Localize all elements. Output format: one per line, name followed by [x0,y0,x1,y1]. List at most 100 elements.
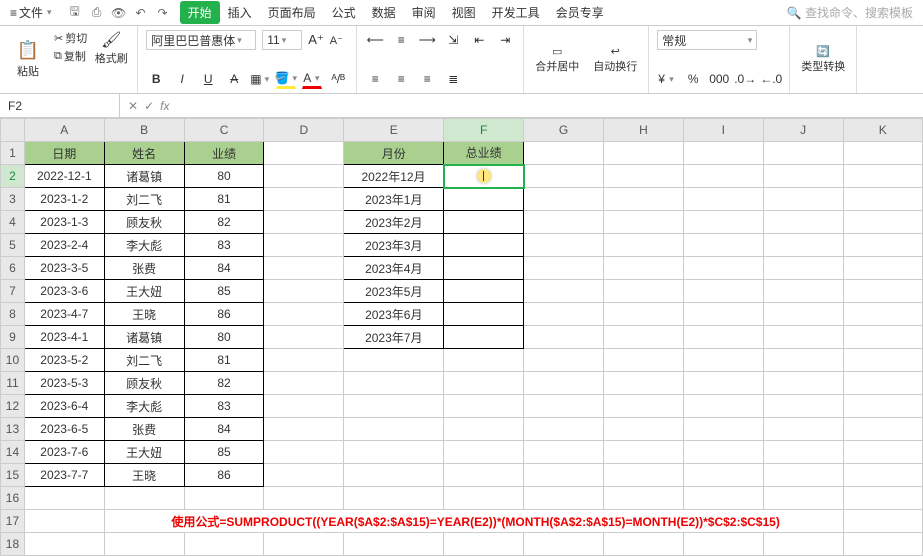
cell-F10[interactable] [444,349,524,372]
cell-H8[interactable] [603,303,683,326]
comma-button[interactable]: 000 [709,69,729,89]
cell-I16[interactable] [683,487,763,510]
row-header-11[interactable]: 11 [1,372,25,395]
currency-button[interactable]: ¥▾ [657,69,677,89]
cell-E7[interactable]: 2023年5月 [344,280,444,303]
accept-formula-icon[interactable]: ✓ [144,99,154,113]
cell-D8[interactable] [264,303,344,326]
cell-F1[interactable]: 总业绩 [444,142,524,165]
cell-F13[interactable] [444,418,524,441]
cell-A18[interactable] [24,533,104,556]
cell-E18[interactable] [344,533,444,556]
cell-I12[interactable] [683,395,763,418]
row-header-15[interactable]: 15 [1,464,25,487]
cell-K15[interactable] [843,464,922,487]
cell-C8[interactable]: 86 [184,303,264,326]
column-header-C[interactable]: C [184,119,264,142]
column-header-E[interactable]: E [344,119,444,142]
fill-color-button[interactable]: 🪣▾ [276,69,296,89]
cell-A8[interactable]: 2023-4-7 [24,303,104,326]
cell-B7[interactable]: 王大妞 [104,280,184,303]
cell-K18[interactable] [843,533,922,556]
name-box[interactable]: F2 [0,94,120,117]
cell-C13[interactable]: 84 [184,418,264,441]
cell-F4[interactable] [444,211,524,234]
copy-button[interactable]: ⧉复制 [54,48,87,64]
row-header-6[interactable]: 6 [1,257,25,280]
cell-K12[interactable] [843,395,922,418]
cell-C18[interactable] [184,533,264,556]
cell-J6[interactable] [763,257,843,280]
cell-B10[interactable]: 刘二飞 [104,349,184,372]
cell-J9[interactable] [763,326,843,349]
cell-I13[interactable] [683,418,763,441]
print-icon[interactable]: ⎙ [88,4,106,22]
cell-G3[interactable] [524,188,604,211]
indent-dec-icon[interactable]: ⇤ [469,30,489,50]
cell-G8[interactable] [524,303,604,326]
cell-E2[interactable]: 2022年12月 [344,165,444,188]
cell-E4[interactable]: 2023年2月 [344,211,444,234]
cell-F16[interactable] [444,487,524,510]
tab-会员专享[interactable]: 会员专享 [548,1,612,24]
column-header-B[interactable]: B [104,119,184,142]
row-header-3[interactable]: 3 [1,188,25,211]
justify-icon[interactable]: ≣ [443,69,463,89]
column-header-G[interactable]: G [524,119,604,142]
cell-A12[interactable]: 2023-6-4 [24,395,104,418]
cell-A15[interactable]: 2023-7-7 [24,464,104,487]
cell-K3[interactable] [843,188,922,211]
cell-J16[interactable] [763,487,843,510]
cell-K5[interactable] [843,234,922,257]
cell-G13[interactable] [524,418,604,441]
cell-I2[interactable] [683,165,763,188]
cell-G6[interactable] [524,257,604,280]
number-format-select[interactable]: 常规▾ [657,30,757,50]
cell-H3[interactable] [603,188,683,211]
cell-B8[interactable]: 王晓 [104,303,184,326]
tab-页面布局[interactable]: 页面布局 [260,1,324,24]
cell-J3[interactable] [763,188,843,211]
cell-D11[interactable] [264,372,344,395]
row-header-17[interactable]: 17 [1,510,25,533]
cell-B1[interactable]: 姓名 [104,142,184,165]
align-center-icon[interactable]: ≡ [391,69,411,89]
cell-G11[interactable] [524,372,604,395]
cell-E1[interactable]: 月份 [344,142,444,165]
column-header-A[interactable]: A [24,119,104,142]
align-middle-icon[interactable]: ≡ [391,30,411,50]
cell-D3[interactable] [264,188,344,211]
cell-G10[interactable] [524,349,604,372]
row-header-14[interactable]: 14 [1,441,25,464]
save-icon[interactable]: 🖫 [66,4,84,22]
cell-B15[interactable]: 王晓 [104,464,184,487]
cell-G9[interactable] [524,326,604,349]
cell-G14[interactable] [524,441,604,464]
cell-E14[interactable] [344,441,444,464]
cell-H13[interactable] [603,418,683,441]
cell-E15[interactable] [344,464,444,487]
tab-审阅[interactable]: 审阅 [404,1,444,24]
row-header-1[interactable]: 1 [1,142,25,165]
cell-F6[interactable] [444,257,524,280]
cell-D10[interactable] [264,349,344,372]
cell-I15[interactable] [683,464,763,487]
orientation-icon[interactable]: ⇲ [443,30,463,50]
cell-E11[interactable] [344,372,444,395]
cell-I5[interactable] [683,234,763,257]
cell-A6[interactable]: 2023-3-5 [24,257,104,280]
row-header-9[interactable]: 9 [1,326,25,349]
cell-J2[interactable] [763,165,843,188]
cell-B4[interactable]: 顾友秋 [104,211,184,234]
align-top-icon[interactable]: ⟵ [365,30,385,50]
cell-E8[interactable]: 2023年6月 [344,303,444,326]
select-all-corner[interactable] [1,119,25,142]
file-menu[interactable]: ≡ 文件 ▾ [4,2,58,23]
cell-G1[interactable] [524,142,604,165]
cell-G2[interactable] [524,165,604,188]
cell-C16[interactable] [184,487,264,510]
cell-I6[interactable] [683,257,763,280]
tab-开始[interactable]: 开始 [180,1,220,24]
cell-E6[interactable]: 2023年4月 [344,257,444,280]
cell-K6[interactable] [843,257,922,280]
